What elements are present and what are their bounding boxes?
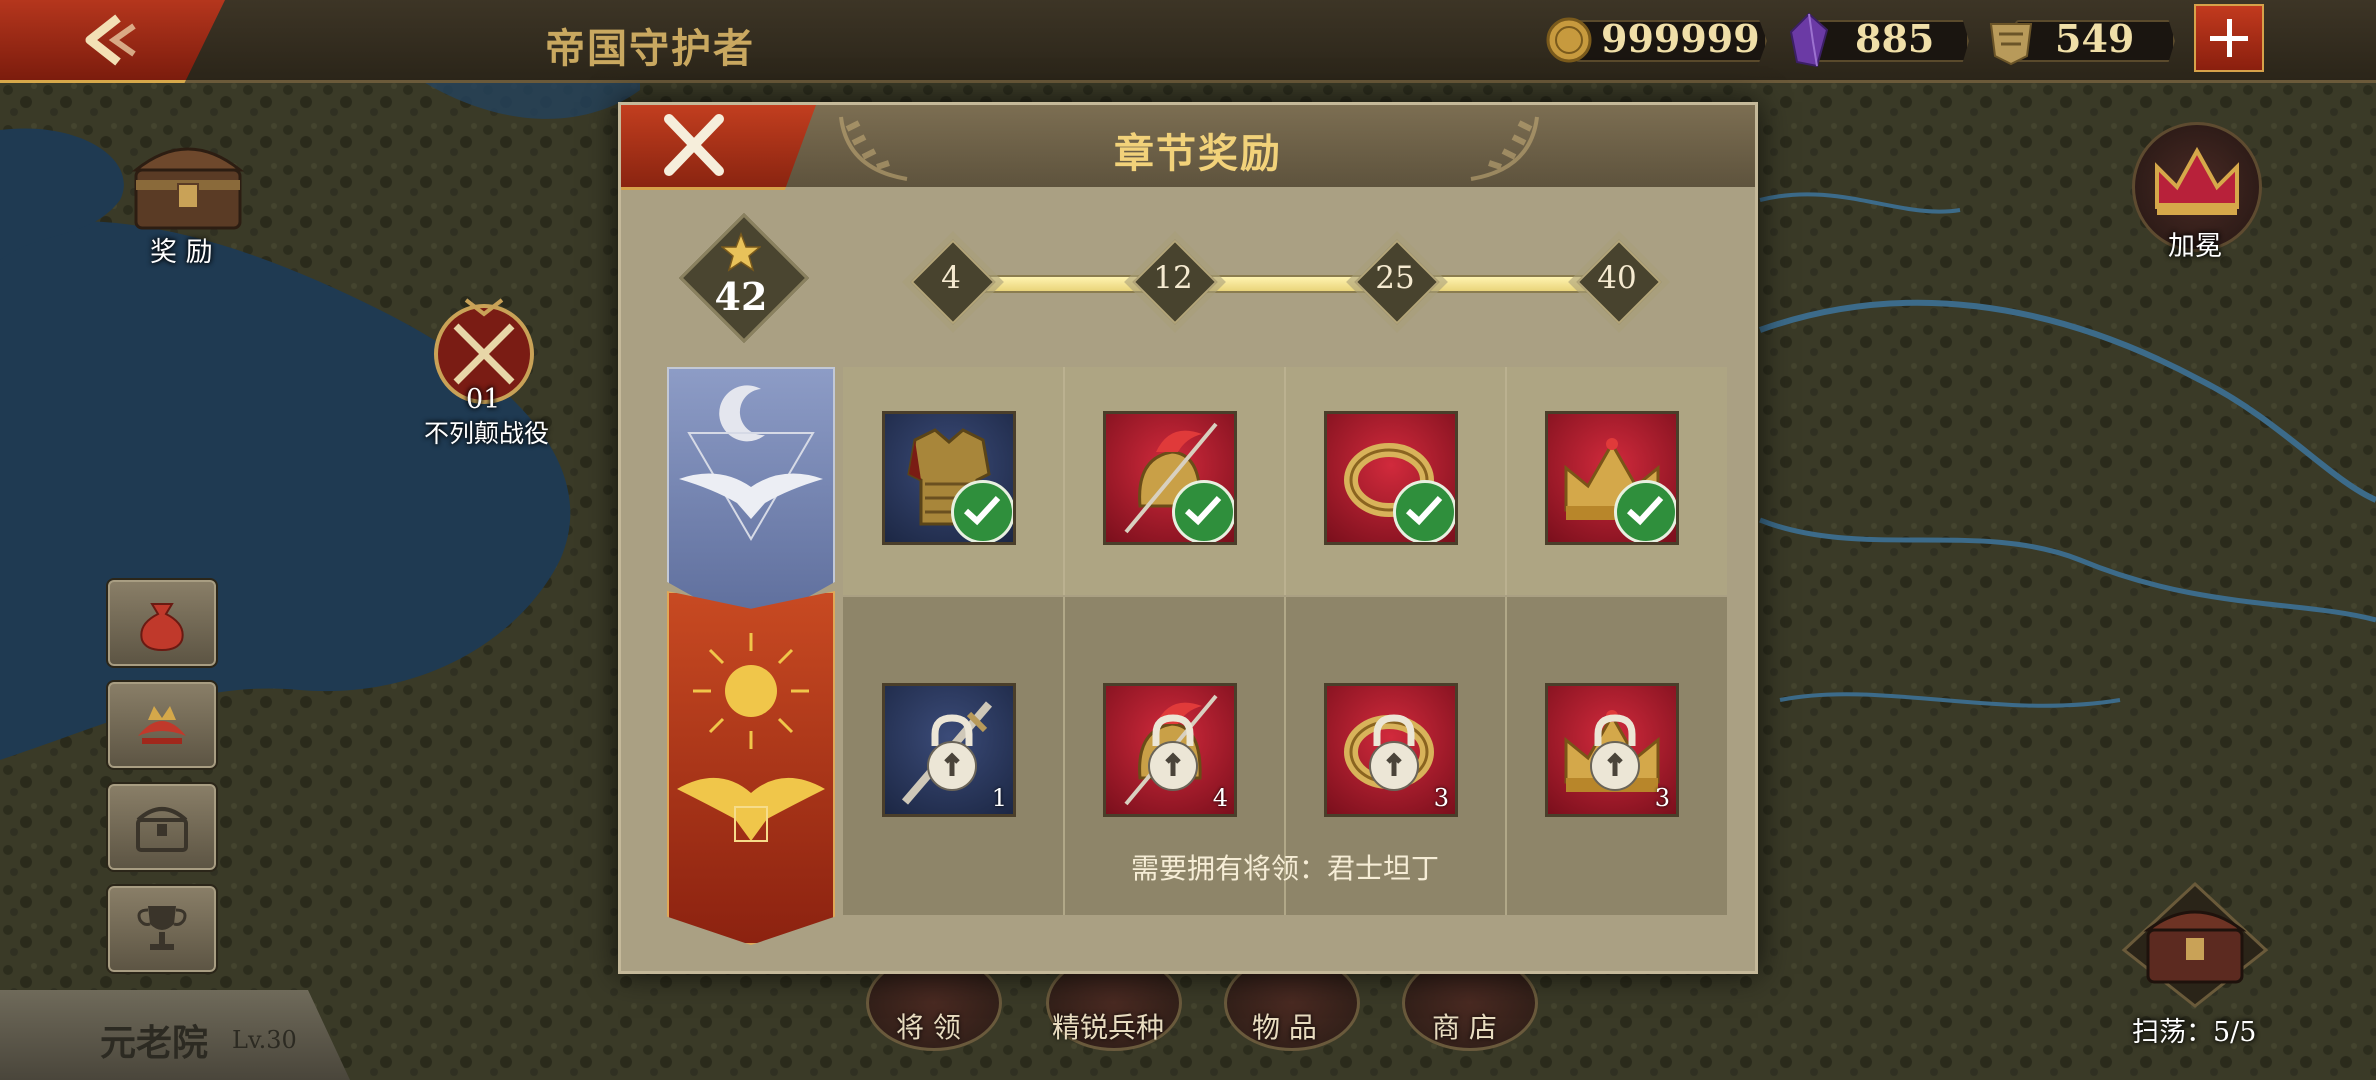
reward-quantity: 4	[1212, 784, 1228, 812]
tab-items[interactable]: 物 品	[1252, 1006, 1317, 1046]
chapter-rewards-dialog: 章节奖励 42 4 12 25 40 1 4 3 3 需要拥有将领：君士坦丁	[618, 102, 1758, 974]
chest-button[interactable]	[106, 782, 218, 872]
crown-lotus-button[interactable]	[106, 680, 218, 770]
star-total-badge: 42	[676, 210, 810, 344]
claimed-check-icon	[1172, 480, 1234, 542]
sweep-chest-icon[interactable]	[2120, 880, 2270, 1010]
gem-count: 885	[1855, 16, 1935, 61]
coin-count: 999999	[1601, 16, 1760, 61]
treasure-chest-icon[interactable]	[128, 128, 248, 238]
milestone-4: 40	[1572, 235, 1662, 325]
close-button[interactable]	[621, 105, 816, 190]
star-progress-bar	[951, 275, 1635, 293]
tab-elite-units[interactable]: 精锐兵种	[1052, 1006, 1164, 1046]
reward-helmet-locked[interactable]: 4	[1103, 683, 1237, 817]
reward-quantity: 3	[1654, 784, 1670, 812]
crown-icon	[2155, 146, 2239, 215]
lock-icon	[1148, 714, 1198, 791]
claimed-check-icon	[1393, 480, 1455, 542]
back-button[interactable]	[0, 0, 225, 83]
token-count: 549	[2055, 16, 2135, 61]
senate-panel[interactable]: 元老院 Lv.30	[0, 990, 350, 1080]
lock-icon	[1369, 714, 1419, 791]
milestone-3: 25	[1350, 235, 1440, 325]
premium-track-banner	[667, 591, 835, 945]
lock-icon	[927, 714, 977, 791]
sun-eagle-icon	[677, 633, 825, 842]
money-bag-button[interactable]	[106, 578, 218, 668]
reward-crown[interactable]	[1545, 411, 1679, 545]
chest-icon	[136, 807, 188, 852]
gem-icon	[1789, 12, 1829, 68]
milestone-value: 25	[1375, 260, 1415, 296]
money-bag-icon	[140, 603, 184, 652]
senate-level: Lv.30	[232, 1026, 297, 1054]
senate-name: 元老院	[100, 1022, 209, 1064]
unlock-requirement-text: 需要拥有将领：君士坦丁	[1130, 852, 1439, 885]
trophy-icon	[137, 906, 187, 950]
spqr-token-icon	[1989, 23, 2033, 66]
coronation-label: 加冕	[2168, 231, 2222, 262]
milestone-value: 12	[1153, 260, 1193, 296]
dialog-header: 章节奖励	[621, 105, 1755, 190]
milestone-value: 40	[1597, 260, 1637, 296]
crown-lotus-icon	[138, 706, 186, 744]
milestone-value: 4	[941, 260, 961, 296]
page-title: 帝国守护者	[545, 25, 755, 72]
reward-helmet[interactable]	[1103, 411, 1237, 545]
battle-name: 不列颠战役	[424, 419, 550, 448]
free-track-banner	[667, 367, 835, 629]
claimed-check-icon	[951, 480, 1013, 542]
gem-counter: 885	[1785, 12, 1969, 68]
reward-quantity: 3	[1433, 784, 1449, 812]
crescent-eagle-icon	[679, 385, 823, 541]
add-resource-button[interactable]	[2194, 4, 2264, 72]
reward-quantity: 1	[991, 784, 1007, 812]
rewards-label: 奖 励	[150, 237, 213, 268]
reward-armor[interactable]	[882, 411, 1016, 545]
milestone-1: 4	[906, 235, 996, 325]
milestone-2: 12	[1128, 235, 1218, 325]
tab-generals[interactable]: 将 领	[896, 1006, 961, 1046]
star-count: 42	[714, 274, 768, 319]
back-arrow-icon	[85, 14, 136, 66]
close-icon	[664, 114, 724, 176]
star-icon	[721, 232, 761, 272]
coin-icon	[1546, 17, 1592, 63]
token-counter: 549	[1985, 16, 2175, 66]
lock-icon	[1590, 714, 1640, 791]
top-bar: 帝国守护者 999999 885 549	[0, 0, 2376, 83]
trophy-button[interactable]	[106, 884, 218, 974]
reward-ring-locked[interactable]: 3	[1324, 683, 1458, 817]
sweep-count: 扫荡：5/5	[2132, 1017, 2257, 1048]
claimed-check-icon	[1614, 480, 1676, 542]
battle-number: 01	[466, 384, 501, 415]
tab-shop[interactable]: 商 店	[1432, 1006, 1497, 1046]
coin-counter: 999999	[1545, 16, 1767, 63]
reward-crown-locked[interactable]: 3	[1545, 683, 1679, 817]
reward-sword-locked[interactable]: 1	[882, 683, 1016, 817]
reward-ring[interactable]	[1324, 411, 1458, 545]
